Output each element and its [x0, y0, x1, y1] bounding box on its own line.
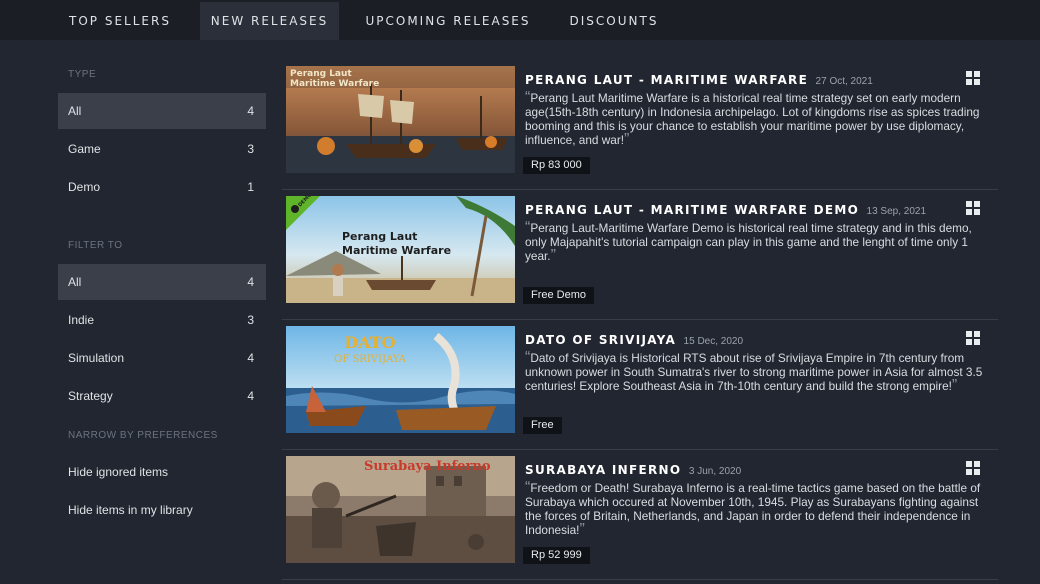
store-tab-bar: TOP SELLERS NEW RELEASES UPCOMING RELEAS… — [0, 0, 1040, 40]
filter-item-label: Strategy — [68, 389, 113, 403]
hide-ignored-items-toggle[interactable]: Hide ignored items — [58, 454, 266, 490]
release-date: 3 Jun, 2020 — [688, 466, 742, 477]
game-description: “Perang Laut Maritime Warfare is a histo… — [525, 89, 980, 148]
filter-item-label: Simulation — [68, 351, 125, 365]
price-badge: Free Demo — [523, 287, 595, 304]
filter-item-count: 4 — [247, 351, 254, 365]
capsule-logo-text: OF SRIVIJAYA — [334, 354, 406, 365]
game-title: PERANG LAUT - MARITIME WARFARE DEMO — [525, 203, 860, 217]
capsule-logo-text: DATO — [344, 333, 395, 352]
type-item-count: 4 — [247, 104, 254, 118]
filter-item-strategy[interactable]: Strategy 4 — [58, 378, 266, 414]
game-description: “Perang Laut-Maritime Warfare Demo is hi… — [525, 219, 972, 264]
windows-icon — [966, 71, 980, 85]
game-capsule-image: Perang Laut Maritime Warfare DEMO — [286, 196, 515, 303]
type-item-all[interactable]: All 4 — [58, 93, 266, 129]
filter-item-label: Indie — [68, 313, 95, 327]
windows-icon — [966, 461, 980, 475]
type-item-count: 3 — [247, 142, 254, 156]
game-title-line: DATO OF SRIVIJAYA 15 Dec, 2020 — [525, 331, 743, 349]
pref-item-label: Hide items in my library — [68, 503, 193, 517]
type-item-label: Game — [68, 142, 101, 156]
pref-item-label: Hide ignored items — [68, 465, 169, 479]
windows-icon — [966, 331, 980, 345]
game-description: “Dato of Srivijaya is Historical RTS abo… — [525, 349, 983, 394]
game-capsule-image: Perang Laut Maritime Warfare — [286, 66, 515, 173]
game-row-perang-laut[interactable]: Perang Laut Maritime Warfare PERANG LAUT… — [282, 62, 998, 190]
type-item-count: 1 — [247, 180, 254, 194]
tab-upcoming-releases[interactable]: UPCOMING RELEASES — [357, 2, 539, 40]
price-badge: Rp 52 999 — [523, 547, 590, 564]
filter-item-count: 4 — [247, 389, 254, 403]
tab-new-releases[interactable]: NEW RELEASES — [200, 2, 339, 40]
game-row-surabaya-inferno[interactable]: Surabaya Inferno SURABAYA INFERNO 3 Jun,… — [282, 452, 998, 580]
price-badge: Rp 83 000 — [523, 157, 590, 174]
filter-item-label: All — [68, 275, 82, 289]
type-item-label: Demo — [68, 180, 101, 194]
game-row-dato-of-srivijaya[interactable]: DATO OF SRIVIJAYA DATO OF SRIVIJAYA 15 D… — [282, 322, 998, 450]
game-title: PERANG LAUT - MARITIME WARFARE — [525, 73, 809, 87]
type-item-demo[interactable]: Demo 1 — [58, 169, 266, 205]
prefs-section-label: NARROW BY PREFERENCES — [68, 430, 218, 441]
filter-item-simulation[interactable]: Simulation 4 — [58, 340, 266, 376]
game-title-line: PERANG LAUT - MARITIME WARFARE 27 Oct, 2… — [525, 71, 873, 89]
price-badge: Free — [523, 417, 562, 434]
windows-icon — [966, 201, 980, 215]
capsule-logo-text: Maritime Warfare — [342, 244, 451, 257]
release-date: 13 Sep, 2021 — [866, 206, 927, 217]
filter-item-all[interactable]: All 4 — [58, 264, 266, 300]
filter-item-count: 3 — [247, 313, 254, 327]
type-item-label: All — [68, 104, 82, 118]
release-date: 15 Dec, 2020 — [683, 336, 744, 347]
capsule-logo-text: Maritime Warfare — [290, 79, 379, 89]
game-row-perang-laut-demo[interactable]: Perang Laut Maritime Warfare DEMO PERANG… — [282, 192, 998, 320]
filter-section-label: FILTER TO — [68, 240, 123, 251]
game-title-line: PERANG LAUT - MARITIME WARFARE DEMO 13 S… — [525, 201, 926, 219]
release-date: 27 Oct, 2021 — [815, 76, 873, 87]
game-title-line: SURABAYA INFERNO 3 Jun, 2020 — [525, 461, 741, 479]
tab-top-sellers[interactable]: TOP SELLERS — [58, 2, 182, 40]
capsule-logo-text: Surabaya Inferno — [364, 459, 491, 474]
game-title: DATO OF SRIVIJAYA — [525, 333, 677, 347]
type-item-game[interactable]: Game 3 — [58, 131, 266, 167]
capsule-logo-text: Perang Laut — [290, 69, 352, 79]
type-section-label: TYPE — [68, 69, 97, 80]
capsule-logo-text: Perang Laut — [342, 230, 417, 243]
filter-item-indie[interactable]: Indie 3 — [58, 302, 266, 338]
game-capsule-image: DATO OF SRIVIJAYA — [286, 326, 515, 433]
game-title: SURABAYA INFERNO — [525, 463, 682, 477]
filter-item-count: 4 — [247, 275, 254, 289]
game-description: “Freedom or Death! Surabaya Inferno is a… — [525, 479, 981, 538]
hide-library-items-toggle[interactable]: Hide items in my library — [58, 492, 266, 528]
game-capsule-image: Surabaya Inferno — [286, 456, 515, 563]
tab-discounts[interactable]: DISCOUNTS — [557, 2, 671, 40]
